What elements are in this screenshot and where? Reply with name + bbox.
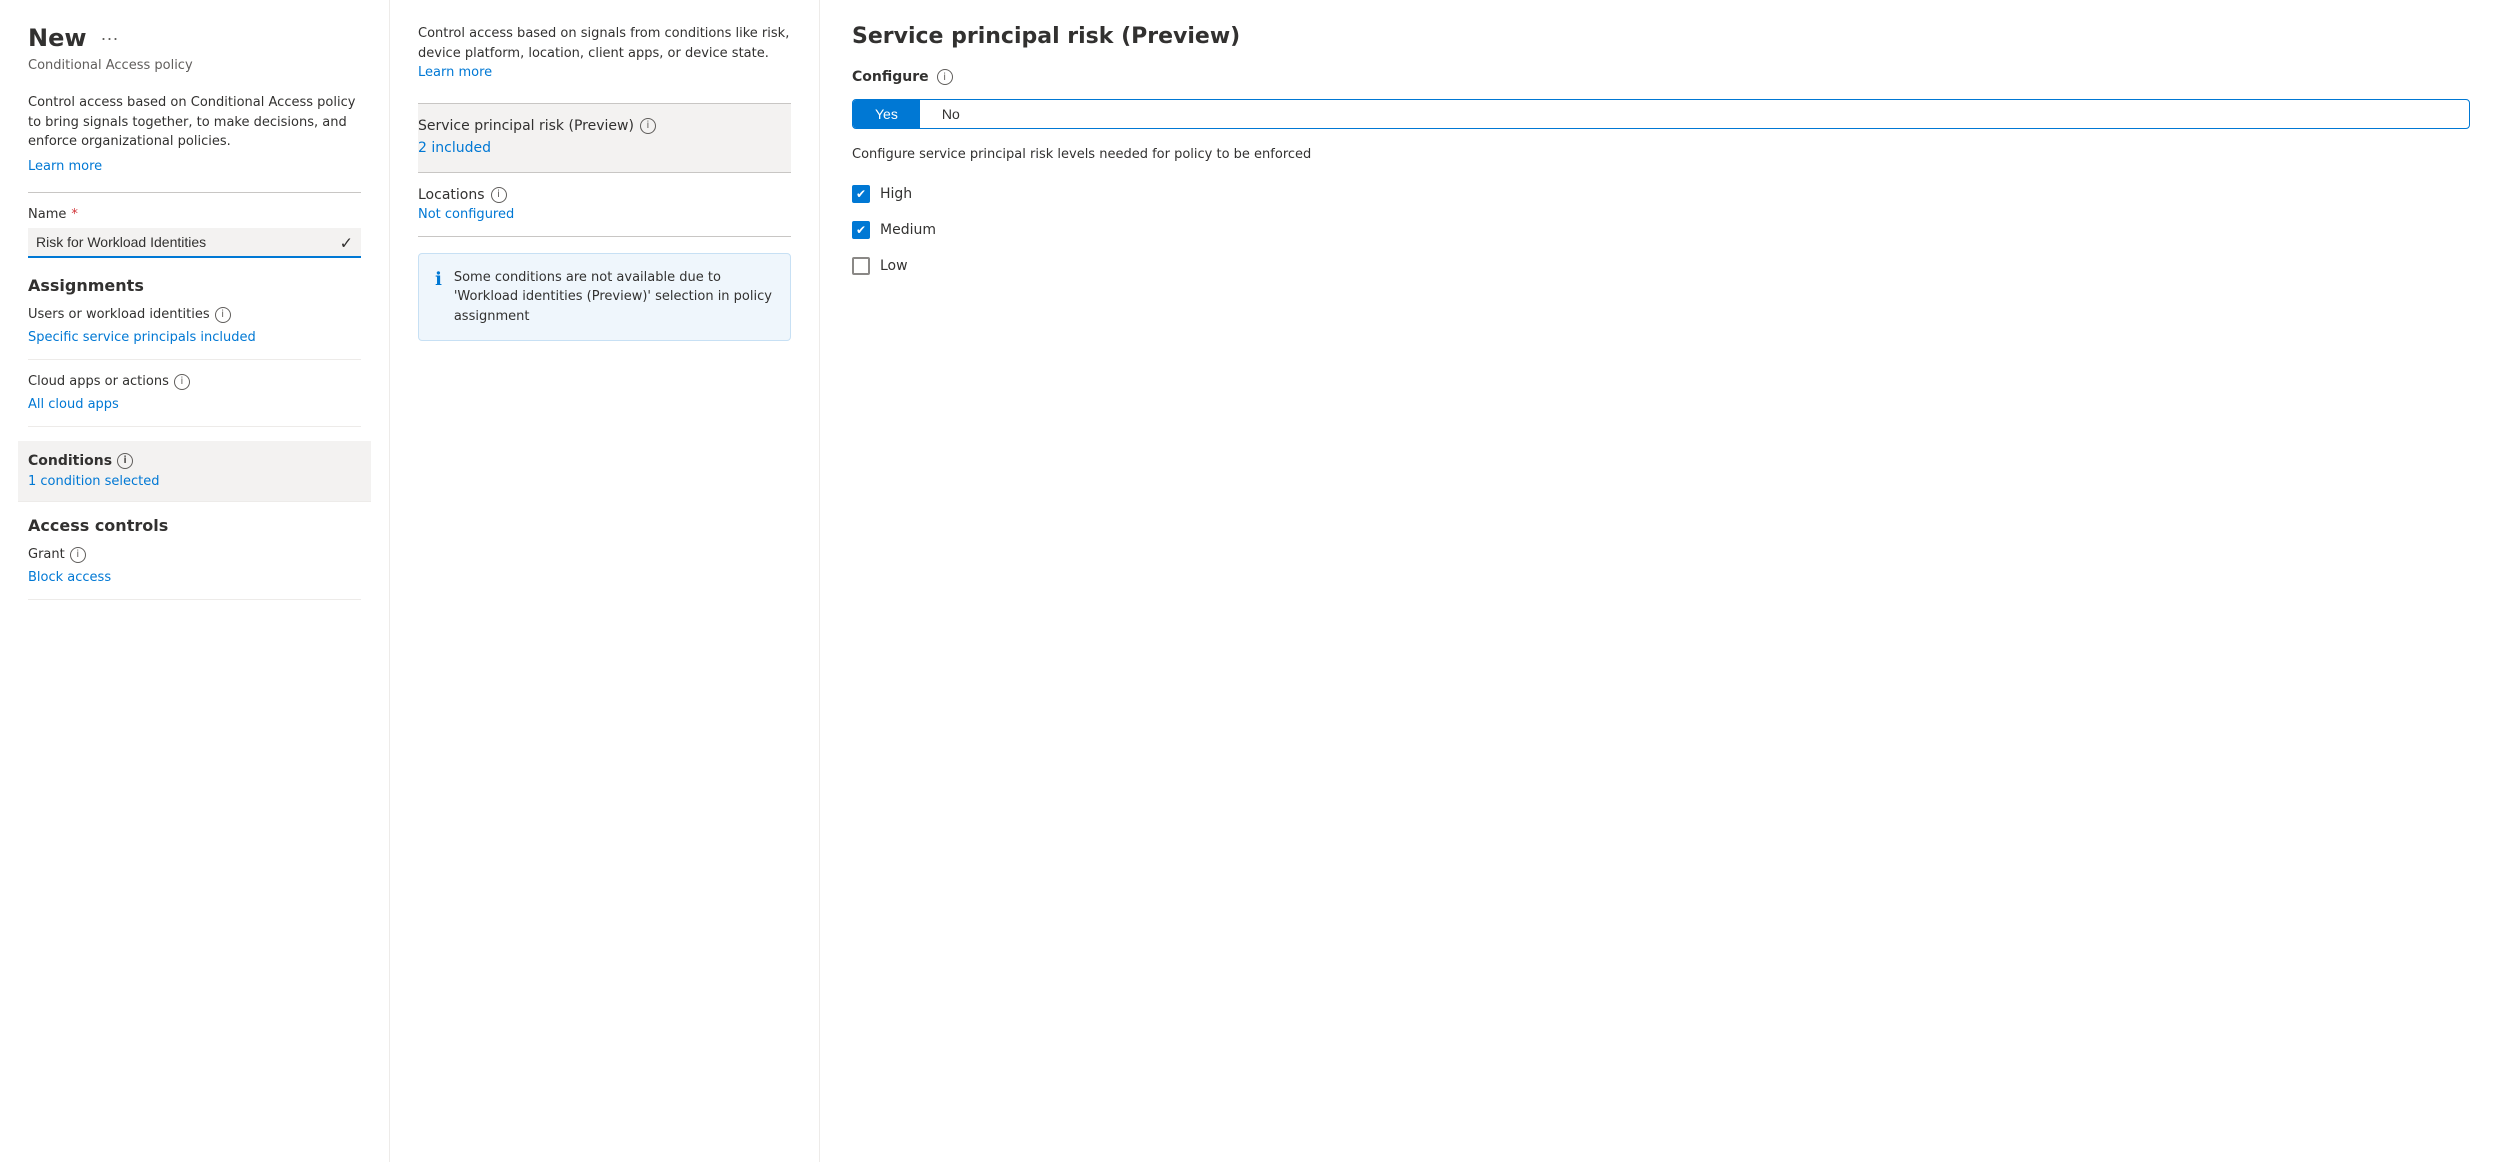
checkbox-high[interactable]: ✔ <box>852 185 870 203</box>
name-divider <box>28 192 361 193</box>
checkbox-checkmark-medium: ✔ <box>856 224 866 236</box>
cloud-apps-link[interactable]: All cloud apps <box>28 397 119 412</box>
left-learn-more-link[interactable]: Learn more <box>28 159 102 174</box>
users-assignment-item: Users or workload identities i Specific … <box>28 307 361 360</box>
service-principal-risk-value: 2 included <box>418 138 791 158</box>
cloud-apps-info-icon[interactable]: i <box>174 374 190 390</box>
name-input[interactable] <box>28 228 361 258</box>
service-principal-risk-info-icon[interactable]: i <box>640 118 656 134</box>
checkbox-low[interactable] <box>852 257 870 275</box>
middle-panel: Control access based on signals from con… <box>390 0 820 1162</box>
grant-info-icon[interactable]: i <box>70 547 86 563</box>
checkbox-row-low[interactable]: Low <box>852 257 2470 275</box>
page-title: New ··· <box>28 24 361 52</box>
title-text: New <box>28 24 87 52</box>
access-controls-section: Access controls Grant i Block access <box>28 516 361 600</box>
assignments-section: Assignments Users or workload identities… <box>28 276 361 502</box>
service-principal-risk-label: Service principal risk (Preview) <box>418 118 634 134</box>
users-label-text: Users or workload identities <box>28 307 210 322</box>
cloud-apps-label: Cloud apps or actions i <box>28 374 361 390</box>
cloud-apps-label-text: Cloud apps or actions <box>28 374 169 389</box>
conditions-info-icon[interactable]: i <box>117 453 133 469</box>
info-box-text: Some conditions are not available due to… <box>454 268 774 327</box>
checkbox-row-medium[interactable]: ✔ Medium <box>852 221 2470 239</box>
middle-description: Control access based on signals from con… <box>418 24 791 83</box>
name-field-label: Name * <box>28 207 361 222</box>
required-star: * <box>71 207 78 222</box>
access-controls-title: Access controls <box>28 516 361 535</box>
locations-value: Not configured <box>418 207 791 222</box>
right-panel-title: Service principal risk (Preview) <box>852 24 2470 49</box>
grant-label-text: Grant <box>28 547 65 562</box>
checkbox-label-low: Low <box>880 258 908 274</box>
info-box: ℹ Some conditions are not available due … <box>418 253 791 342</box>
locations-label: Locations <box>418 187 485 203</box>
assignments-title: Assignments <box>28 276 361 295</box>
service-principal-risk-row[interactable]: Service principal risk (Preview) i 2 inc… <box>418 103 791 173</box>
users-info-icon[interactable]: i <box>215 307 231 323</box>
left-panel: New ··· Conditional Access policy Contro… <box>0 0 390 1162</box>
page-subtitle: Conditional Access policy <box>28 58 361 73</box>
checkbox-medium[interactable]: ✔ <box>852 221 870 239</box>
conditions-title-text: Conditions <box>28 453 112 469</box>
checkbox-checkmark-high: ✔ <box>856 188 866 200</box>
users-link[interactable]: Specific service principals included <box>28 330 256 345</box>
risk-level-checkboxes: ✔ High ✔ Medium Low <box>852 185 2470 275</box>
configure-description: Configure service principal risk levels … <box>852 145 2470 165</box>
grant-label: Grant i <box>28 547 361 563</box>
users-label: Users or workload identities i <box>28 307 361 323</box>
locations-info-icon[interactable]: i <box>491 187 507 203</box>
right-panel: Service principal risk (Preview) Configu… <box>820 0 2502 1162</box>
locations-header: Locations i <box>418 187 791 203</box>
grant-value-link[interactable]: Block access <box>28 570 111 585</box>
middle-learn-more-link[interactable]: Learn more <box>418 65 492 80</box>
conditions-title: Conditions i <box>28 453 361 469</box>
checkbox-label-medium: Medium <box>880 222 936 238</box>
configure-label: Configure <box>852 69 929 85</box>
toggle-yes-button[interactable]: Yes <box>853 100 920 128</box>
conditions-value-link[interactable]: 1 condition selected <box>28 474 160 489</box>
service-principal-risk-header: Service principal risk (Preview) i <box>418 118 791 134</box>
middle-description-text: Control access based on signals from con… <box>418 26 789 61</box>
toggle-no-button[interactable]: No <box>920 100 982 128</box>
name-input-check-icon: ✓ <box>340 233 353 252</box>
locations-row[interactable]: Locations i Not configured <box>418 173 791 237</box>
configure-row: Configure i <box>852 69 2470 85</box>
checkbox-row-high[interactable]: ✔ High <box>852 185 2470 203</box>
ellipsis-button[interactable]: ··· <box>97 28 123 49</box>
info-box-icon: ℹ <box>435 269 442 327</box>
name-label-text: Name <box>28 207 66 222</box>
configure-info-icon[interactable]: i <box>937 69 953 85</box>
conditions-section[interactable]: Conditions i 1 condition selected <box>18 441 371 502</box>
yes-no-toggle[interactable]: Yes No <box>852 99 2470 129</box>
checkbox-label-high: High <box>880 186 912 202</box>
cloud-apps-assignment-item: Cloud apps or actions i All cloud apps <box>28 374 361 427</box>
name-input-wrapper: ✓ <box>28 228 361 258</box>
left-description: Control access based on Conditional Acce… <box>28 93 361 152</box>
grant-item: Grant i Block access <box>28 547 361 600</box>
